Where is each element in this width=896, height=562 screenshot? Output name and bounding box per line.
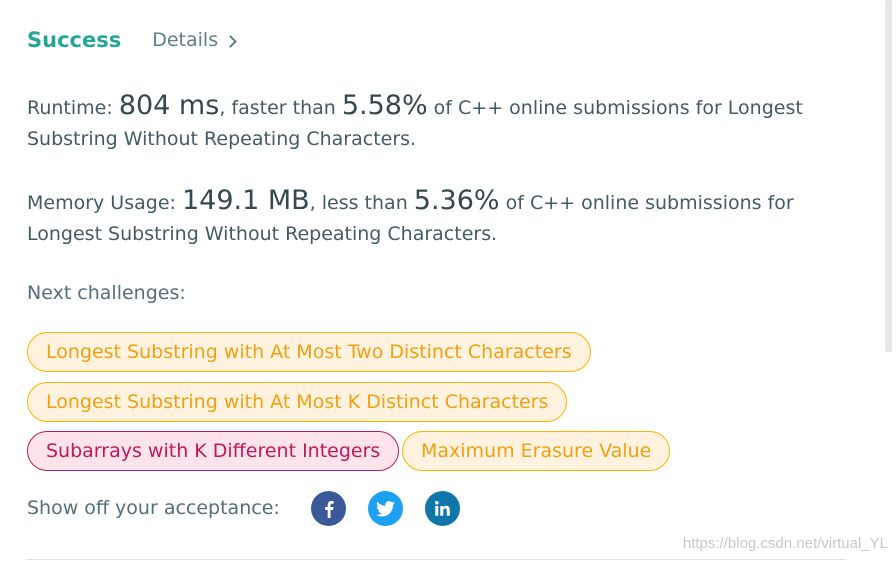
linkedin-icon [435,501,450,516]
facebook-share-button[interactable] [311,491,346,526]
details-label: Details [152,29,219,51]
share-label: Show off your acceptance: [27,497,280,519]
divider [27,559,845,560]
memory-value: 149.1 MB [181,185,310,216]
challenge-chip[interactable]: Longest Substring with At Most Two Disti… [27,332,591,372]
submission-result-panel: Success Details Runtime: 804 ms, faster … [0,0,896,562]
runtime-compare: , faster than [219,97,336,119]
memory-stat: Memory Usage: 149.1 MB, less than 5.36% … [27,185,857,250]
memory-compare: , less than [309,192,408,214]
challenge-chip[interactable]: Subarrays with K Different Integers [27,431,400,471]
chevron-right-icon [224,34,237,48]
result-header: Success Details [27,28,237,52]
watermark-text: https://blog.csdn.net/virtual_YL [682,535,888,552]
twitter-share-button[interactable] [368,491,403,526]
runtime-label: Runtime: [27,97,113,119]
next-challenges-label: Next challenges: [27,282,186,304]
status-label: Success [27,28,122,52]
facebook-icon [324,500,334,518]
scrollbar[interactable] [885,0,892,352]
challenge-chip[interactable]: Maximum Erasure Value [402,431,671,471]
twitter-icon [376,500,395,517]
runtime-stat: Runtime: 804 ms, faster than 5.58% of C+… [27,90,857,155]
challenge-chip[interactable]: Longest Substring with At Most K Distinc… [27,382,568,422]
runtime-percent: 5.58% [341,90,428,121]
memory-percent: 5.36% [413,185,500,216]
memory-label: Memory Usage: [27,192,176,214]
runtime-value: 804 ms [118,90,220,121]
details-link[interactable]: Details [152,29,237,51]
linkedin-share-button[interactable] [425,491,460,526]
